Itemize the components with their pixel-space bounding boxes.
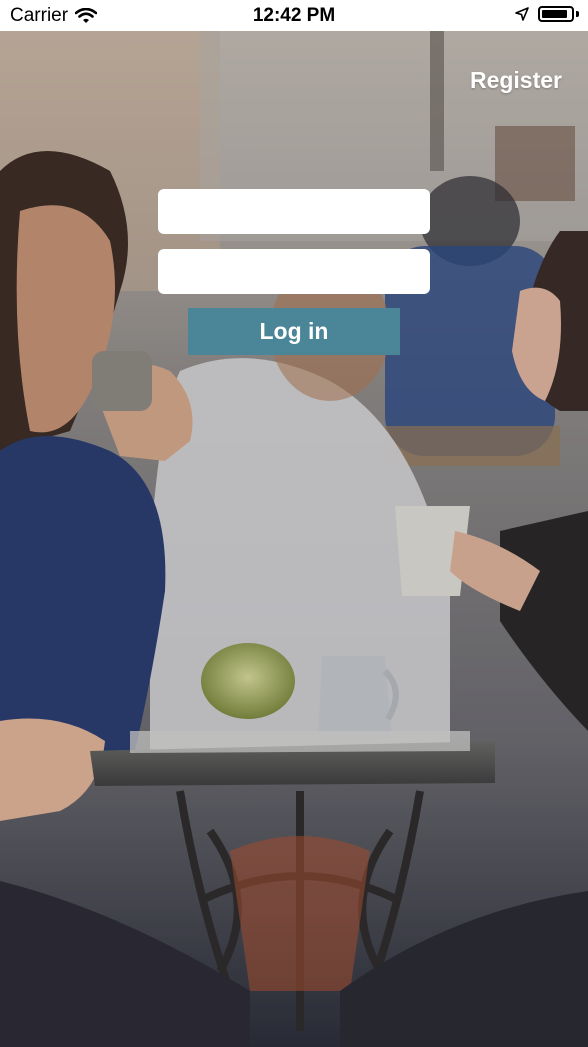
background-photo bbox=[0, 31, 588, 1047]
battery-level bbox=[542, 10, 568, 18]
status-bar: Carrier 12:42 PM bbox=[0, 0, 588, 31]
register-link[interactable]: Register bbox=[470, 67, 562, 94]
username-field[interactable] bbox=[158, 189, 430, 234]
status-right bbox=[515, 6, 579, 22]
battery-icon bbox=[538, 6, 574, 22]
password-field[interactable] bbox=[158, 249, 430, 294]
location-arrow-icon bbox=[515, 7, 529, 21]
login-button[interactable]: Log in bbox=[188, 308, 400, 355]
battery-cap bbox=[576, 11, 579, 17]
clock: 12:42 PM bbox=[252, 5, 336, 26]
